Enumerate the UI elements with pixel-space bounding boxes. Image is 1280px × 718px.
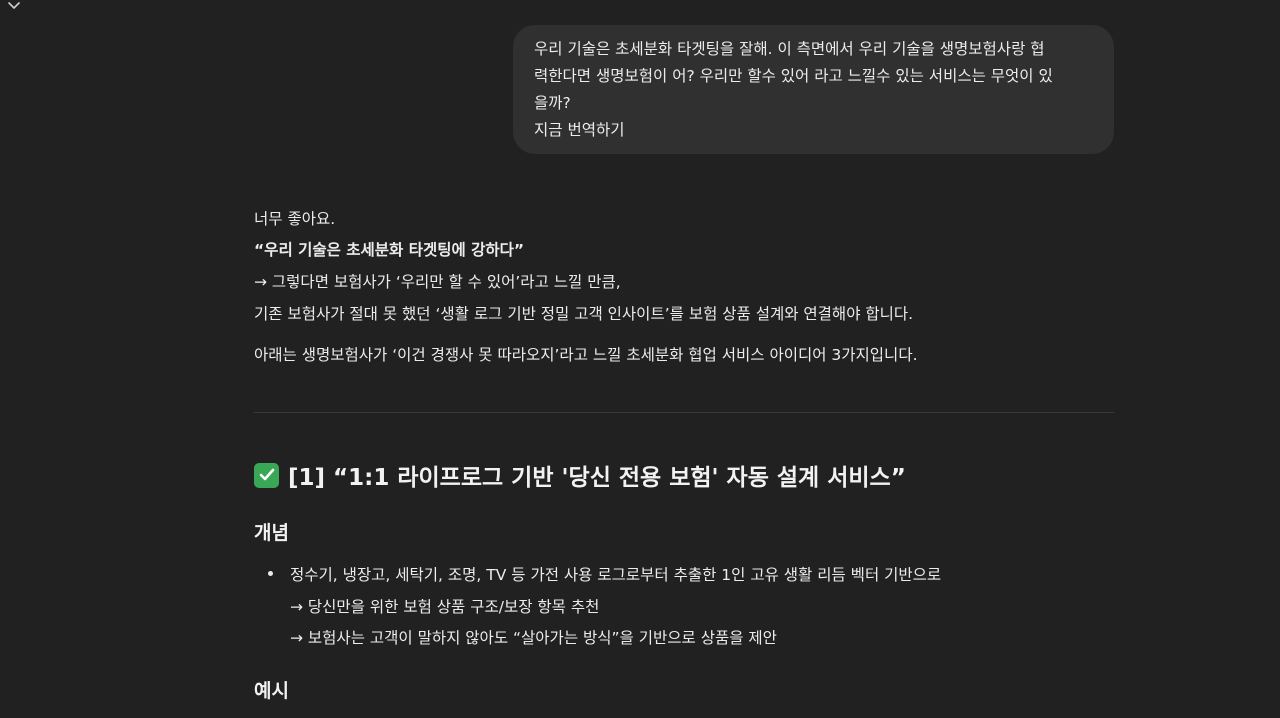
- list-subitem: → 당신만을 위한 보험 상품 구조/보장 항목 추천: [290, 598, 600, 616]
- translate-now-link[interactable]: 지금 번역하기: [534, 117, 1096, 144]
- check-mark-icon: [254, 462, 279, 488]
- user-message-line: 우리 기술은 초세분화 타겟팅을 잘해. 이 측면에서 우리 기술을 생명보험사…: [534, 40, 1045, 58]
- summary-text: 아래는 생명보험사가 ‘이건 경쟁사 못 따라오지’라고 느낄 초세분화 협업 …: [254, 346, 918, 364]
- list-item: 정수기, 냉장고, 세탁기, 조명, TV 등 가전 사용 로그로부터 추출한 …: [290, 566, 942, 584]
- connect-text: 기존 보험사가 절대 못 했던 ‘생활 로그 기반 정밀 고객 인사이트’를 보…: [254, 305, 914, 323]
- concept-heading: 개념: [254, 522, 289, 544]
- divider: [254, 412, 1114, 413]
- example-heading: 예시: [254, 680, 289, 702]
- section-heading: [1] “1:1 라이프로그 기반 '당신 전용 보험' 자동 설계 서비스”: [254, 458, 906, 492]
- user-message-line: 을까?: [534, 94, 571, 112]
- list-subitem: → 보험사는 고객이 말하지 않아도 “살아가는 방식”을 기반으로 상품을 제…: [290, 629, 777, 647]
- bullet-dot: [268, 571, 273, 576]
- chevron-down-icon: [8, 0, 20, 14]
- user-message-bubble: 우리 기술은 초세분화 타겟팅을 잘해. 이 측면에서 우리 기술을 생명보험사…: [513, 25, 1114, 154]
- user-message-line: 력한다면 생명보험이 어? 우리만 할수 있어 라고 느낄수 있는 서비스는 무…: [534, 67, 1053, 85]
- intro-text: 너무 좋아요.: [254, 210, 336, 228]
- section-title: [1] “1:1 라이프로그 기반 '당신 전용 보험' 자동 설계 서비스”: [288, 465, 906, 491]
- arrow-text: → 그렇다면 보험사가 ‘우리만 할 수 있어’라고 느낄 만큼,: [254, 273, 621, 291]
- chat-page: 우리 기술은 초세분화 타겟팅을 잘해. 이 측면에서 우리 기술을 생명보험사…: [0, 0, 1280, 718]
- quote-text: “우리 기술은 초세분화 타겟팅에 강하다”: [254, 241, 525, 259]
- collapse-toggle[interactable]: [4, 0, 24, 14]
